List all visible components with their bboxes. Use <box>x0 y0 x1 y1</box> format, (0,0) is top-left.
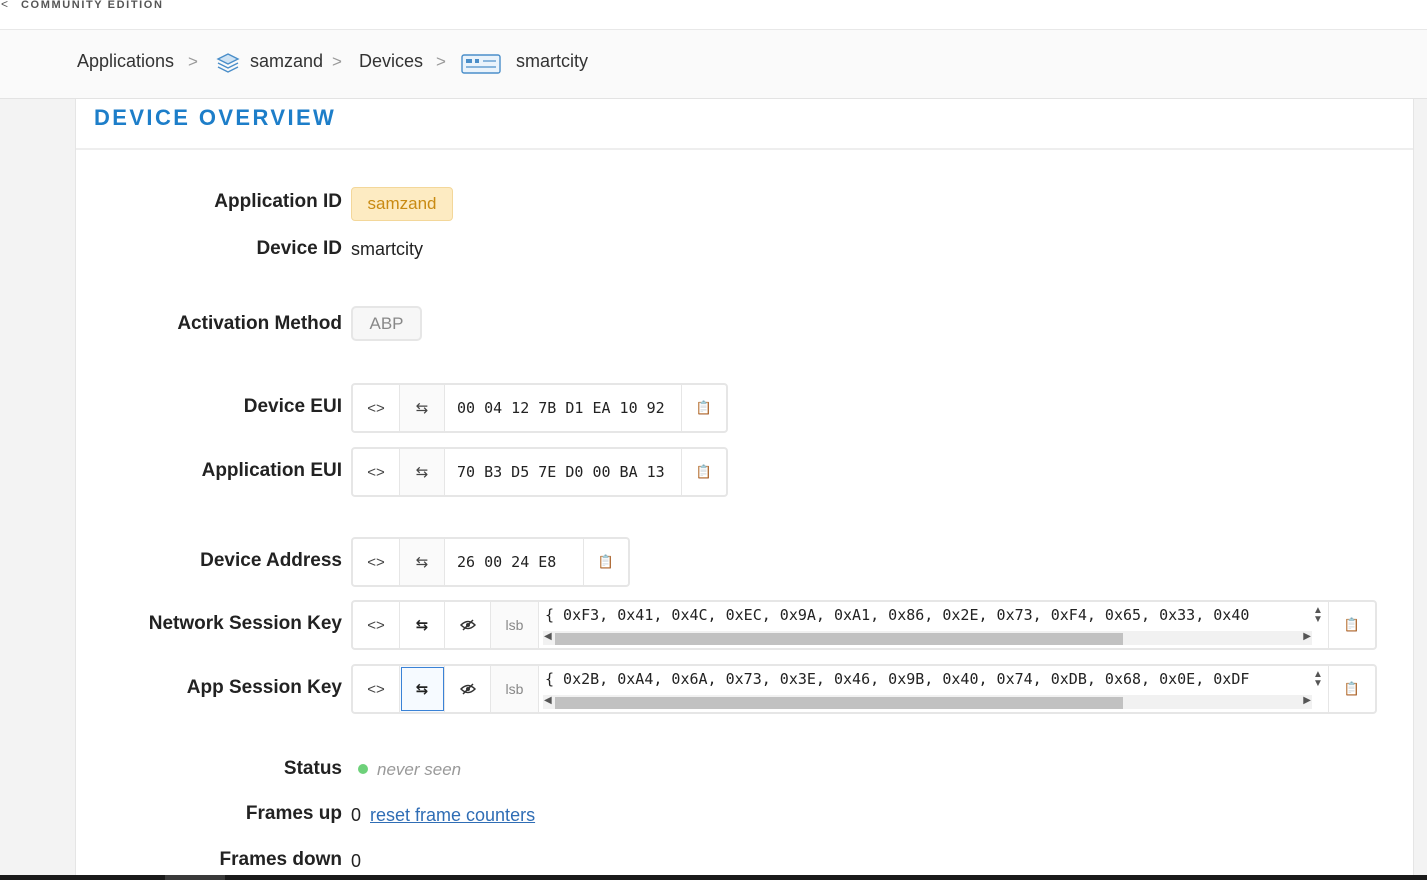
frames-up-label: Frames up <box>245 803 342 824</box>
code-icon: <> <box>367 616 385 634</box>
breadcrumb-separator: > <box>188 52 198 71</box>
breadcrumb: Applications > samzand > Devices > smart… <box>0 30 1427 99</box>
device-overview-card: DEVICE OVERVIEW <box>75 99 1414 875</box>
activation-method-label: Activation Method <box>177 313 342 334</box>
application-id-label: Application ID <box>214 191 342 212</box>
application-id-tag[interactable]: samzand <box>351 187 453 221</box>
taskbar-item <box>165 875 225 880</box>
clipboard-icon: 📋 <box>597 554 615 569</box>
top-header: < COMMUNITY EDITION <box>0 0 1427 30</box>
clipboard-icon: 📋 <box>695 464 713 479</box>
app-session-key-textarea[interactable]: { 0x2B, 0xA4, 0x6A, 0x73, 0x3E, 0x46, 0x… <box>539 666 1329 712</box>
device-eui-label: Device EUI <box>243 396 342 417</box>
copy-button[interactable]: 📋 <box>1329 602 1375 648</box>
eye-off-icon <box>459 683 476 695</box>
device-address-field: <> ⇆ 26 00 24 E8 📋 <box>351 537 630 587</box>
scroll-right-icon[interactable]: ▶ <box>1303 631 1311 642</box>
status-indicator-dot <box>358 764 368 774</box>
swap-icon: ⇆ <box>415 681 429 698</box>
device-eui-value[interactable]: 00 04 12 7B D1 EA 10 92 <box>445 385 682 431</box>
application-eui-field: <> ⇆ 70 B3 D5 7E D0 00 BA 13 📋 <box>351 447 728 497</box>
brand-subtitle: COMMUNITY EDITION <box>21 0 164 11</box>
device-eui-field: <> ⇆ 00 04 12 7B D1 EA 10 92 📋 <box>351 383 728 433</box>
eye-off-icon <box>459 619 476 631</box>
byte-order-label[interactable]: lsb <box>491 666 539 712</box>
code-format-button[interactable]: <> <box>353 539 400 585</box>
app-session-key-label: App Session Key <box>186 677 342 698</box>
network-session-key-label: Network Session Key <box>148 613 342 634</box>
frames-up-value: 0 <box>351 805 362 825</box>
code-icon: <> <box>367 399 385 417</box>
app-session-key-field: <> ⇆ lsb { 0x2B, 0xA4, 0x6A, 0x73, 0x3E,… <box>351 664 1377 714</box>
app-session-key-value: { 0x2B, 0xA4, 0x6A, 0x73, 0x3E, 0x46, 0x… <box>545 670 1250 688</box>
left-gutter <box>0 99 75 875</box>
swap-byte-order-button[interactable]: ⇆ <box>400 602 445 648</box>
code-format-button[interactable]: <> <box>353 666 400 712</box>
clipboard-icon: 📋 <box>1343 617 1361 632</box>
copy-button[interactable]: 📋 <box>1329 666 1375 712</box>
network-session-key-value: { 0xF3, 0x41, 0x4C, 0xEC, 0x9A, 0xA1, 0x… <box>545 606 1250 624</box>
device-board-icon <box>461 52 501 76</box>
clipboard-icon: 📋 <box>695 400 713 415</box>
swap-icon: ⇆ <box>415 464 429 481</box>
scroll-right-icon[interactable]: ▶ <box>1303 695 1311 706</box>
code-icon: <> <box>367 553 385 571</box>
breadcrumb-device[interactable]: smartcity <box>516 51 588 72</box>
device-id-value: smartcity <box>351 239 423 259</box>
code-format-button[interactable]: <> <box>353 385 400 431</box>
scrollbar-thumb[interactable] <box>555 633 1123 645</box>
toggle-visibility-button[interactable] <box>445 602 491 648</box>
breadcrumb-separator: > <box>332 52 342 71</box>
swap-byte-order-button[interactable]: ⇆ <box>400 449 445 495</box>
breadcrumb-separator: > <box>436 52 446 71</box>
card-header: DEVICE OVERVIEW <box>76 99 1413 150</box>
layers-icon <box>216 52 240 76</box>
code-icon: <> <box>367 680 385 698</box>
code-format-button[interactable]: <> <box>353 602 400 648</box>
breadcrumb-applications[interactable]: Applications <box>77 51 174 72</box>
swap-byte-order-button[interactable]: ⇆ <box>400 539 445 585</box>
breadcrumb-application[interactable]: samzand <box>250 51 323 72</box>
copy-button[interactable]: 📋 <box>584 539 628 585</box>
toggle-visibility-button[interactable] <box>445 666 491 712</box>
frames-down-value: 0 <box>351 851 362 871</box>
scroll-left-icon[interactable]: ◀ <box>544 631 552 642</box>
byte-order-label[interactable]: lsb <box>491 602 539 648</box>
reset-frame-counters-link[interactable]: reset frame counters <box>370 805 535 826</box>
device-address-value[interactable]: 26 00 24 E8 <box>445 539 584 585</box>
swap-icon: ⇆ <box>415 400 429 417</box>
status-value: never seen <box>377 760 462 779</box>
device-id-label: Device ID <box>256 238 342 259</box>
card-title: DEVICE OVERVIEW <box>94 105 337 130</box>
swap-icon: ⇆ <box>415 617 429 634</box>
status-label: Status <box>283 758 342 779</box>
swap-byte-order-button[interactable]: ⇆ <box>400 666 445 712</box>
scroll-left-icon[interactable]: ◀ <box>544 695 552 706</box>
spinner-arrows-icon[interactable]: ▲ ▼ <box>1312 670 1324 689</box>
horizontal-scrollbar[interactable]: ◀ ▶ <box>543 695 1312 709</box>
network-session-key-textarea[interactable]: { 0xF3, 0x41, 0x4C, 0xEC, 0x9A, 0xA1, 0x… <box>539 602 1329 648</box>
swap-icon: ⇆ <box>415 554 429 571</box>
application-eui-label: Application EUI <box>201 460 342 481</box>
network-session-key-field: <> ⇆ lsb { 0xF3, 0x41, 0x4C, 0xEC, 0x9A,… <box>351 600 1377 650</box>
spinner-arrows-icon[interactable]: ▲ ▼ <box>1312 606 1324 625</box>
clipboard-icon: 📋 <box>1343 681 1361 696</box>
copy-button[interactable]: 📋 <box>682 449 726 495</box>
frames-down-label: Frames down <box>219 849 342 870</box>
copy-button[interactable]: 📋 <box>682 385 726 431</box>
scrollbar-thumb[interactable] <box>555 697 1123 709</box>
swap-byte-order-button[interactable]: ⇆ <box>400 385 445 431</box>
horizontal-scrollbar[interactable]: ◀ ▶ <box>543 631 1312 645</box>
device-address-label: Device Address <box>200 550 342 571</box>
code-format-button[interactable]: <> <box>353 449 400 495</box>
application-eui-value[interactable]: 70 B3 D5 7E D0 00 BA 13 <box>445 449 682 495</box>
breadcrumb-devices[interactable]: Devices <box>359 51 423 72</box>
chevron-left-icon[interactable]: < <box>1 0 8 11</box>
right-gutter <box>1413 99 1427 875</box>
activation-method-tag: ABP <box>351 306 422 341</box>
code-icon: <> <box>367 463 385 481</box>
